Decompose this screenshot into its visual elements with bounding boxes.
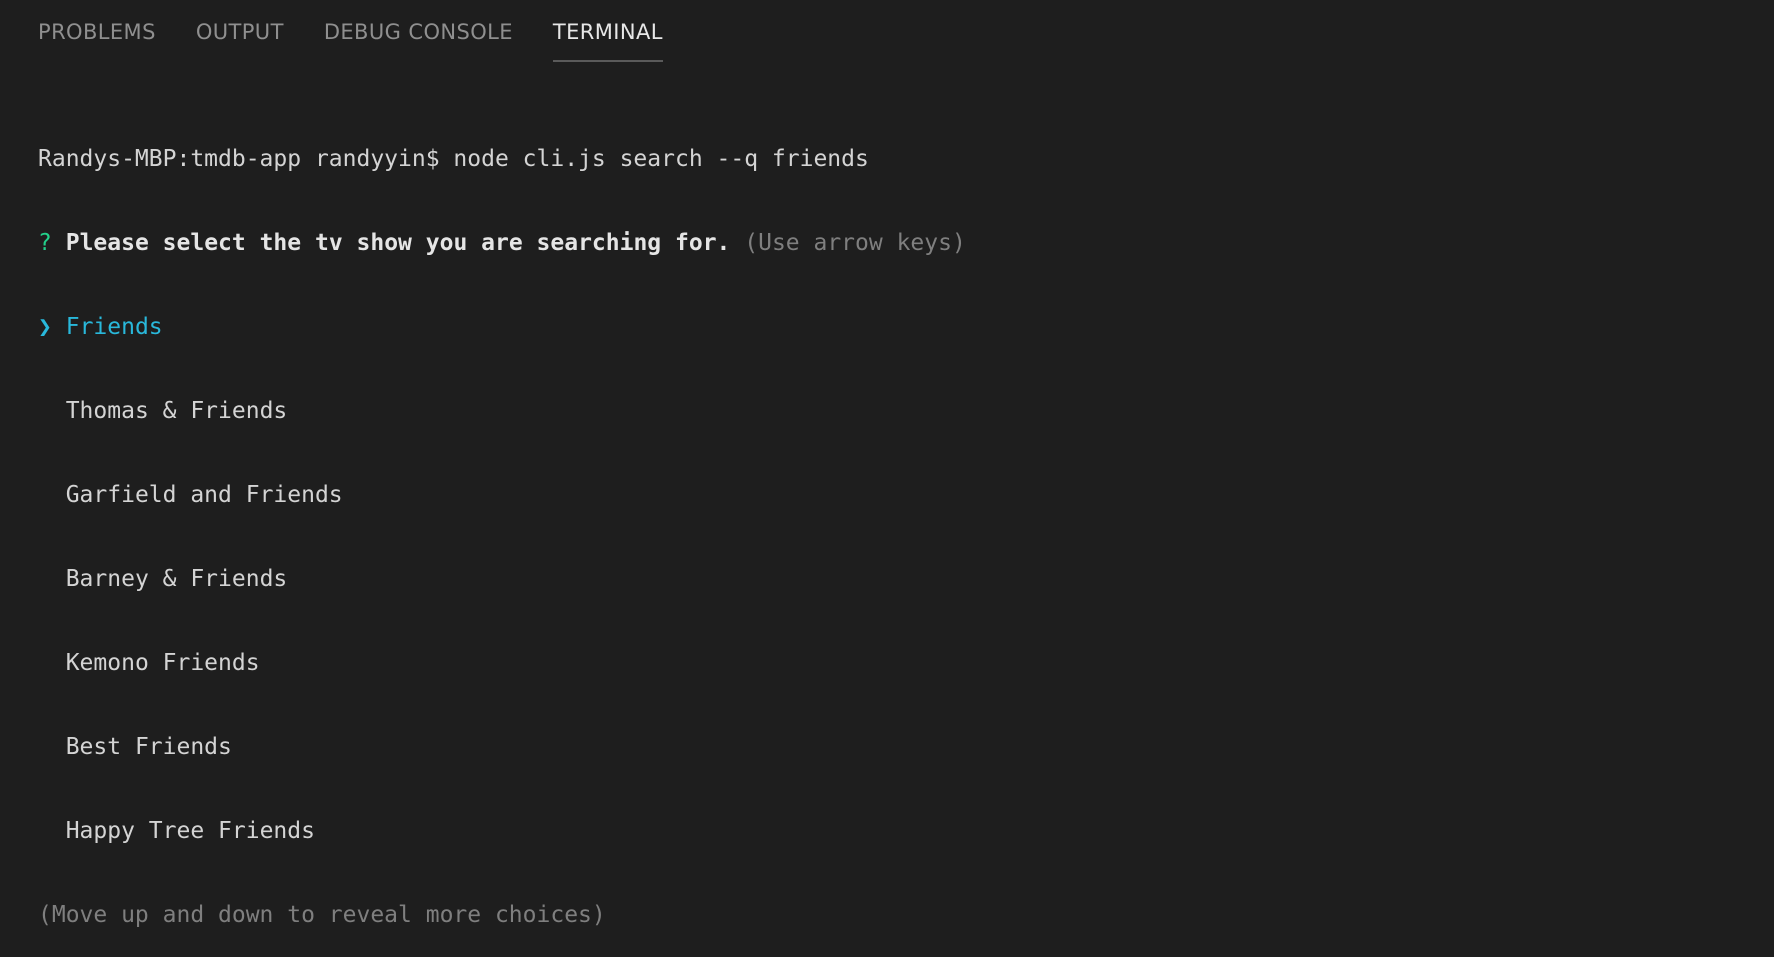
choice-item[interactable]: Thomas & Friends	[38, 397, 1754, 425]
tab-output[interactable]: OUTPUT	[196, 0, 284, 60]
question-text: Please select the tv show you are search…	[65, 230, 731, 256]
terminal-output[interactable]: Randys-MBP:tmdb-app randyyin$ node cli.j…	[38, 89, 1754, 957]
chevron-right-icon: ❯	[38, 314, 52, 340]
choice-label: Thomas & Friends	[65, 398, 288, 424]
choice-item-selected[interactable]: ❯ Friends	[38, 313, 1754, 341]
shell-command: node cli.js search --q friends	[453, 146, 869, 172]
choice-label: Happy Tree Friends	[65, 818, 315, 844]
choice-label: Garfield and Friends	[65, 482, 343, 508]
footer-hint: (Move up and down to reveal more choices…	[38, 902, 606, 928]
panel-tab-bar: PROBLEMS OUTPUT DEBUG CONSOLE TERMINAL	[38, 0, 703, 64]
choice-item[interactable]: Best Friends	[38, 733, 1754, 761]
tab-debug-console[interactable]: DEBUG CONSOLE	[324, 0, 513, 60]
choice-item[interactable]: Kemono Friends	[38, 649, 1754, 677]
choice-item[interactable]: Garfield and Friends	[38, 481, 1754, 509]
choice-item[interactable]: Happy Tree Friends	[38, 817, 1754, 845]
choice-label: Friends	[65, 314, 163, 340]
command-line: Randys-MBP:tmdb-app randyyin$ node cli.j…	[38, 145, 1754, 173]
question-mark-icon: ?	[38, 230, 52, 256]
choice-label: Kemono Friends	[65, 650, 260, 676]
tab-terminal[interactable]: TERMINAL	[552, 0, 663, 62]
shell-prompt: Randys-MBP:tmdb-app randyyin$	[38, 146, 454, 172]
question-line: ? Please select the tv show you are sear…	[38, 229, 1754, 257]
choice-label: Best Friends	[65, 734, 232, 760]
choice-item[interactable]: Barney & Friends	[38, 565, 1754, 593]
choice-label: Barney & Friends	[65, 566, 288, 592]
tab-problems[interactable]: PROBLEMS	[38, 0, 156, 60]
question-hint: (Use arrow keys)	[744, 230, 966, 256]
